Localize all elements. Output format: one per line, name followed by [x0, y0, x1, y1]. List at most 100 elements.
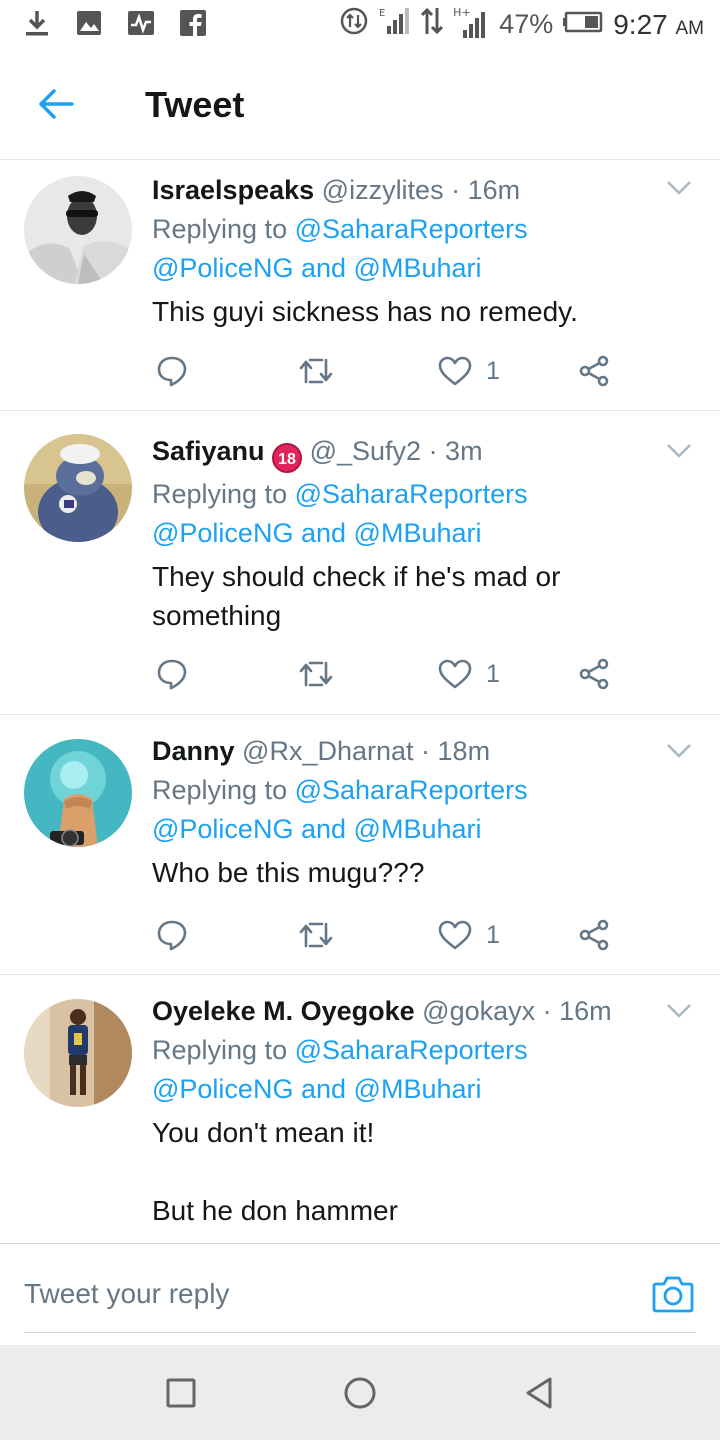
camera-button[interactable] — [652, 1274, 694, 1314]
heart-icon — [438, 356, 472, 386]
retweet-icon — [299, 661, 333, 687]
tweet-header: Oyeleke M. Oyegoke @gokayx · 16m — [152, 993, 700, 1029]
speech-bubble-icon — [157, 920, 187, 951]
mention-link[interactable]: @PoliceNG — [152, 253, 293, 283]
avatar[interactable] — [24, 999, 132, 1107]
tweet-actions: 1 — [152, 351, 622, 391]
battery-percent: 47% — [499, 9, 554, 39]
user-handle[interactable]: @izzylites — [322, 175, 444, 205]
svg-text:E: E — [379, 8, 385, 19]
display-name[interactable]: Israelspeaks — [152, 175, 314, 205]
mention-link[interactable]: @SaharaReporters — [295, 1035, 528, 1065]
status-bar: E H+ 47% 9:27 AM — [0, 0, 720, 48]
share-icon — [579, 355, 609, 387]
tweet-time: · 18m — [421, 736, 491, 766]
display-name[interactable]: Oyeleke M. Oyegoke — [152, 996, 415, 1026]
reply-button[interactable] — [156, 915, 188, 955]
battery-icon — [563, 9, 603, 40]
user-handle[interactable]: @_Sufy2 — [310, 436, 421, 466]
circle-icon — [344, 1377, 376, 1409]
speech-bubble-icon — [157, 659, 187, 690]
signal-hplus-icon: H+ — [453, 6, 489, 40]
share-button[interactable] — [578, 915, 610, 955]
share-icon — [579, 919, 609, 951]
avatar[interactable] — [24, 176, 132, 284]
like-count: 1 — [486, 356, 500, 385]
mention-link[interactable]: @SaharaReporters — [295, 214, 528, 244]
tweet-item[interactable]: Israelspeaks @izzylites · 16m Replying t… — [0, 160, 720, 411]
like-count: 1 — [486, 920, 500, 949]
tweet-actions: 1 — [152, 654, 622, 694]
age-18-emoji: 18 — [272, 443, 303, 473]
chevron-down-icon[interactable] — [666, 443, 692, 459]
retweet-button[interactable] — [298, 915, 334, 955]
heart-icon — [438, 659, 472, 689]
tweet-header: Israelspeaks @izzylites · 16m — [152, 172, 700, 208]
input-underline — [24, 1332, 696, 1333]
chevron-down-icon[interactable] — [666, 180, 692, 196]
like-button[interactable]: 1 — [438, 915, 500, 955]
replying-to: Replying to @SaharaReporters @PoliceNG a… — [152, 479, 528, 548]
square-icon — [166, 1378, 196, 1408]
speech-bubble-icon — [157, 356, 187, 387]
mention-link[interactable]: @SaharaReporters — [295, 479, 528, 509]
retweet-icon — [299, 358, 333, 384]
clock: 9:27 AM — [613, 8, 704, 40]
mention-link[interactable]: @PoliceNG — [152, 518, 293, 548]
retweet-button[interactable] — [298, 654, 334, 694]
mention-link[interactable]: @MBuhari — [354, 518, 482, 548]
reply-button[interactable] — [156, 654, 188, 694]
tweet-item[interactable]: Safiyanu 18 @_Sufy2 · 3m Replying to @Sa… — [0, 411, 720, 715]
activity-icon — [126, 8, 156, 38]
user-handle[interactable]: @gokayx — [422, 996, 535, 1026]
home-button[interactable] — [342, 1375, 378, 1411]
display-name[interactable]: Safiyanu — [152, 436, 265, 466]
avatar[interactable] — [24, 739, 132, 847]
signal-e-icon: E — [379, 6, 411, 43]
replying-to: Replying to @SaharaReporters @PoliceNG a… — [152, 775, 528, 844]
system-nav-bar — [0, 1345, 720, 1440]
tweet-text: They should check if he's mad or somethi… — [152, 561, 561, 631]
reply-input[interactable]: Tweet your reply — [24, 1278, 229, 1310]
retweet-button[interactable] — [298, 351, 334, 391]
data-saver-icon — [339, 6, 369, 43]
chevron-down-icon[interactable] — [666, 743, 692, 759]
tweet-text: You don't mean it! But he don hammer — [152, 1117, 398, 1226]
replying-to: Replying to @SaharaReporters @PoliceNG a… — [152, 214, 528, 283]
tweet-time: · 16m — [451, 175, 521, 205]
mention-link[interactable]: @MBuhari — [354, 253, 482, 283]
tweet-item[interactable]: Oyeleke M. Oyegoke @gokayx · 16m Replyin… — [0, 975, 720, 1243]
display-name[interactable]: Danny — [152, 736, 235, 766]
like-button[interactable]: 1 — [438, 351, 500, 391]
download-icon — [22, 8, 52, 38]
mention-link[interactable]: @PoliceNG — [152, 1074, 293, 1104]
like-button[interactable]: 1 — [438, 654, 500, 694]
tweet-item[interactable]: Danny @Rx_Dharnat · 18m Replying to @Sah… — [0, 715, 720, 975]
system-back-button[interactable] — [522, 1375, 558, 1411]
like-count: 1 — [486, 659, 500, 688]
retweet-icon — [299, 922, 333, 948]
mention-link[interactable]: @MBuhari — [354, 814, 482, 844]
tweet-header: Danny @Rx_Dharnat · 18m — [152, 733, 700, 769]
share-button[interactable] — [578, 654, 610, 694]
reply-composer: Tweet your reply — [0, 1243, 720, 1345]
camera-icon — [652, 1276, 694, 1313]
arrow-left-icon — [39, 89, 74, 119]
recents-button[interactable] — [163, 1375, 199, 1411]
mention-link[interactable]: @SaharaReporters — [295, 775, 528, 805]
page-title: Tweet — [145, 84, 245, 125]
facebook-icon — [178, 8, 208, 38]
user-handle[interactable]: @Rx_Dharnat — [242, 736, 413, 766]
chevron-down-icon[interactable] — [666, 1003, 692, 1019]
tweet-text: This guyi sickness has no remedy. — [152, 296, 578, 327]
mention-link[interactable]: @PoliceNG — [152, 814, 293, 844]
avatar[interactable] — [24, 434, 132, 542]
heart-icon — [438, 920, 472, 950]
share-button[interactable] — [578, 351, 610, 391]
back-button[interactable] — [36, 84, 76, 124]
top-app-bar: Tweet — [0, 48, 720, 160]
reply-button[interactable] — [156, 351, 188, 391]
mention-link[interactable]: @MBuhari — [354, 1074, 482, 1104]
gallery-icon — [74, 8, 104, 38]
tweet-header: Safiyanu 18 @_Sufy2 · 3m — [152, 433, 700, 473]
